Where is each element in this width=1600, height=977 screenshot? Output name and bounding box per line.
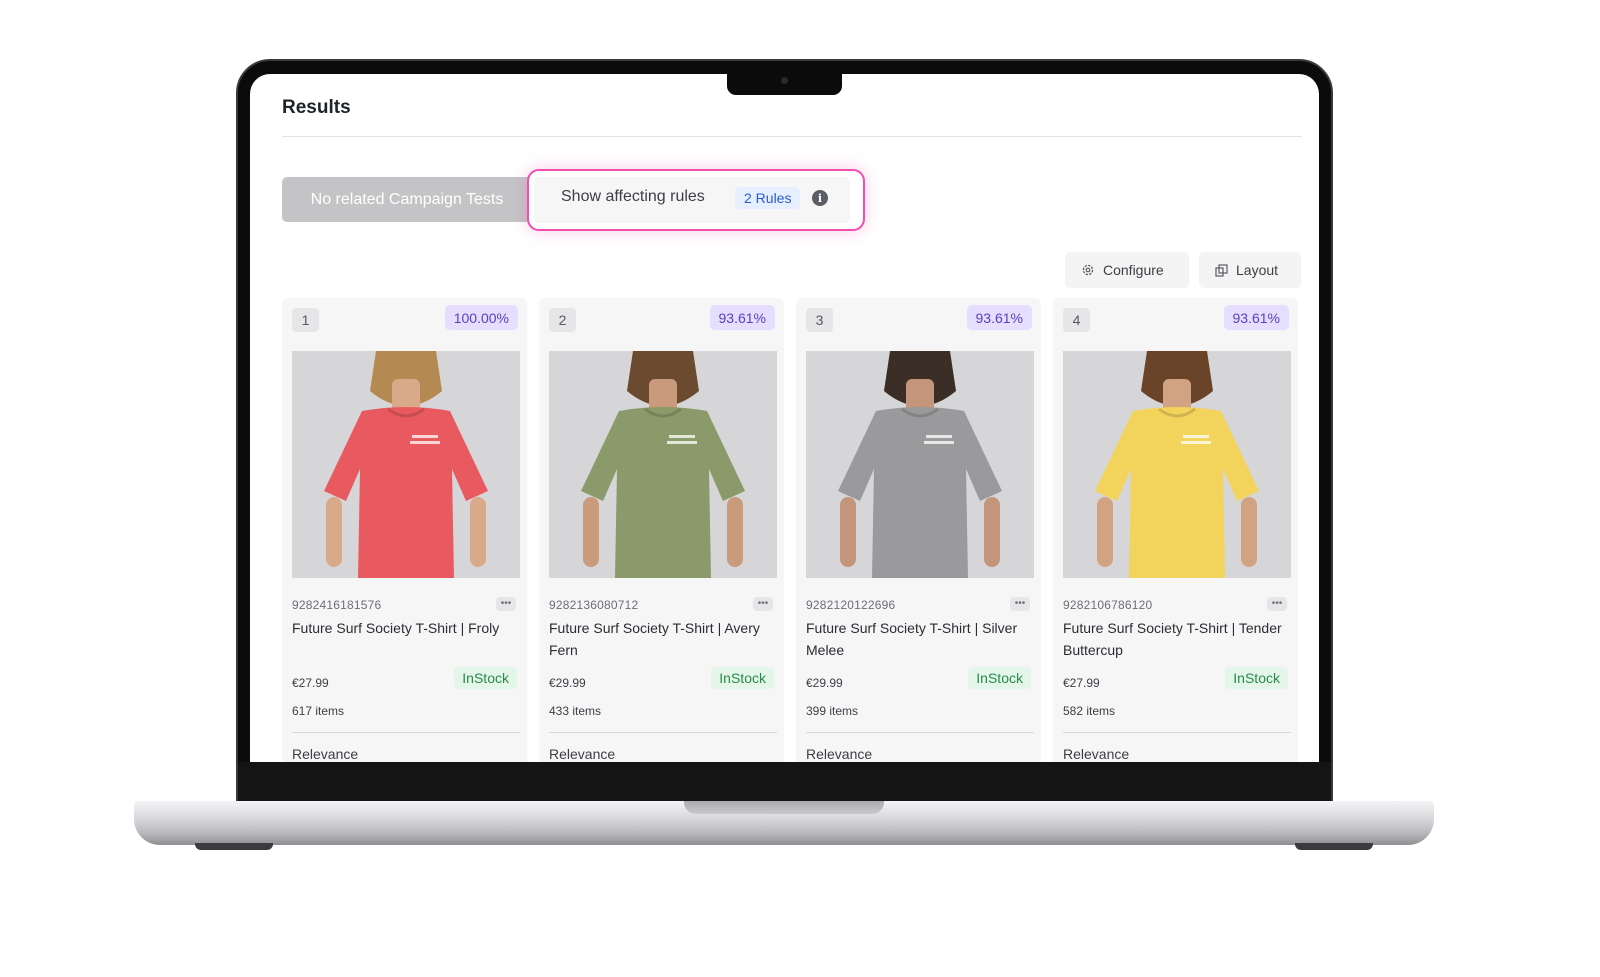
product-image[interactable] bbox=[549, 351, 777, 578]
product-price: €27.99 bbox=[1063, 676, 1100, 690]
more-options-icon[interactable]: ••• bbox=[496, 597, 516, 611]
card-divider bbox=[1063, 732, 1291, 733]
layout-icon bbox=[1215, 263, 1228, 277]
item-count: 433 items bbox=[549, 704, 602, 718]
sort-label: Relevance bbox=[806, 746, 873, 762]
product-card[interactable]: 3 93.61% 9282120122696 ••• Future Surf S… bbox=[796, 298, 1041, 762]
page-title: Results bbox=[282, 97, 351, 118]
campaign-tests-button[interactable]: No related Campaign Tests bbox=[282, 177, 532, 222]
score-badge: 100.00% bbox=[444, 305, 518, 330]
sort-label: Relevance bbox=[1063, 746, 1130, 762]
product-name[interactable]: Future Surf Society T-Shirt | Tender But… bbox=[1063, 617, 1287, 661]
product-sku: 9282120122696 bbox=[806, 598, 896, 612]
product-card[interactable]: 2 93.61% 9282136080712 ••• Future Surf S… bbox=[539, 298, 784, 762]
laptop-foot bbox=[1295, 843, 1373, 850]
rank-badge: 1 bbox=[292, 308, 319, 332]
model-photo bbox=[549, 351, 777, 578]
info-icon[interactable]: i bbox=[812, 190, 828, 206]
sort-label: Relevance bbox=[549, 746, 616, 762]
product-sku: 9282106786120 bbox=[1063, 598, 1153, 612]
product-price: €29.99 bbox=[549, 676, 586, 690]
gear-icon bbox=[1082, 264, 1094, 276]
show-affecting-rules-label: Show affecting rules bbox=[561, 188, 705, 205]
score-badge: 93.61% bbox=[1223, 305, 1289, 330]
configure-label: Configure bbox=[1103, 262, 1164, 278]
product-sku: 9282416181576 bbox=[292, 598, 382, 612]
stock-badge: InStock bbox=[454, 667, 517, 689]
score-badge: 93.61% bbox=[966, 305, 1032, 330]
rank-badge: 4 bbox=[1063, 308, 1090, 332]
product-name[interactable]: Future Surf Society T-Shirt | Silver Mel… bbox=[806, 617, 1030, 661]
product-card[interactable]: 4 93.61% 9282106786120 ••• Future Surf S… bbox=[1053, 298, 1298, 762]
product-image[interactable] bbox=[292, 351, 520, 578]
model-photo bbox=[806, 351, 1034, 578]
product-card[interactable]: 1 100.00% 9282416181576 ••• Future Surf … bbox=[282, 298, 527, 762]
product-image[interactable] bbox=[1063, 351, 1291, 578]
product-name[interactable]: Future Surf Society T-Shirt | Froly bbox=[292, 617, 516, 639]
card-divider bbox=[292, 732, 520, 733]
laptop-chin bbox=[238, 762, 1331, 802]
rank-badge: 3 bbox=[806, 308, 833, 332]
sort-label: Relevance bbox=[292, 746, 359, 762]
card-divider bbox=[806, 732, 1034, 733]
laptop-opening-groove bbox=[684, 801, 884, 814]
product-price: €29.99 bbox=[806, 676, 843, 690]
more-options-icon[interactable]: ••• bbox=[1267, 597, 1287, 611]
model-photo bbox=[292, 351, 520, 578]
product-name[interactable]: Future Surf Society T-Shirt | Avery Fern bbox=[549, 617, 773, 661]
more-options-icon[interactable]: ••• bbox=[753, 597, 773, 611]
layout-button[interactable]: Layout bbox=[1199, 252, 1301, 288]
product-sku: 9282136080712 bbox=[549, 598, 639, 612]
card-divider bbox=[549, 732, 777, 733]
item-count: 582 items bbox=[1063, 704, 1116, 718]
laptop-foot bbox=[195, 843, 273, 850]
title-divider bbox=[282, 136, 1302, 137]
stock-badge: InStock bbox=[968, 667, 1031, 689]
results-page: Results No related Campaign Tests Show a… bbox=[250, 74, 1319, 762]
more-options-icon[interactable]: ••• bbox=[1010, 597, 1030, 611]
rules-count-badge: 2 Rules bbox=[735, 187, 801, 209]
stock-badge: InStock bbox=[1225, 667, 1288, 689]
layout-label: Layout bbox=[1236, 262, 1279, 278]
item-count: 617 items bbox=[292, 704, 345, 718]
model-photo bbox=[1063, 351, 1291, 578]
product-price: €27.99 bbox=[292, 676, 329, 690]
configure-button[interactable]: Configure bbox=[1065, 252, 1189, 288]
screen: Results No related Campaign Tests Show a… bbox=[250, 74, 1319, 762]
stock-badge: InStock bbox=[711, 667, 774, 689]
product-image[interactable] bbox=[806, 351, 1034, 578]
camera-icon bbox=[781, 77, 788, 84]
item-count: 399 items bbox=[806, 704, 859, 718]
score-badge: 93.61% bbox=[709, 305, 775, 330]
rank-badge: 2 bbox=[549, 308, 576, 332]
